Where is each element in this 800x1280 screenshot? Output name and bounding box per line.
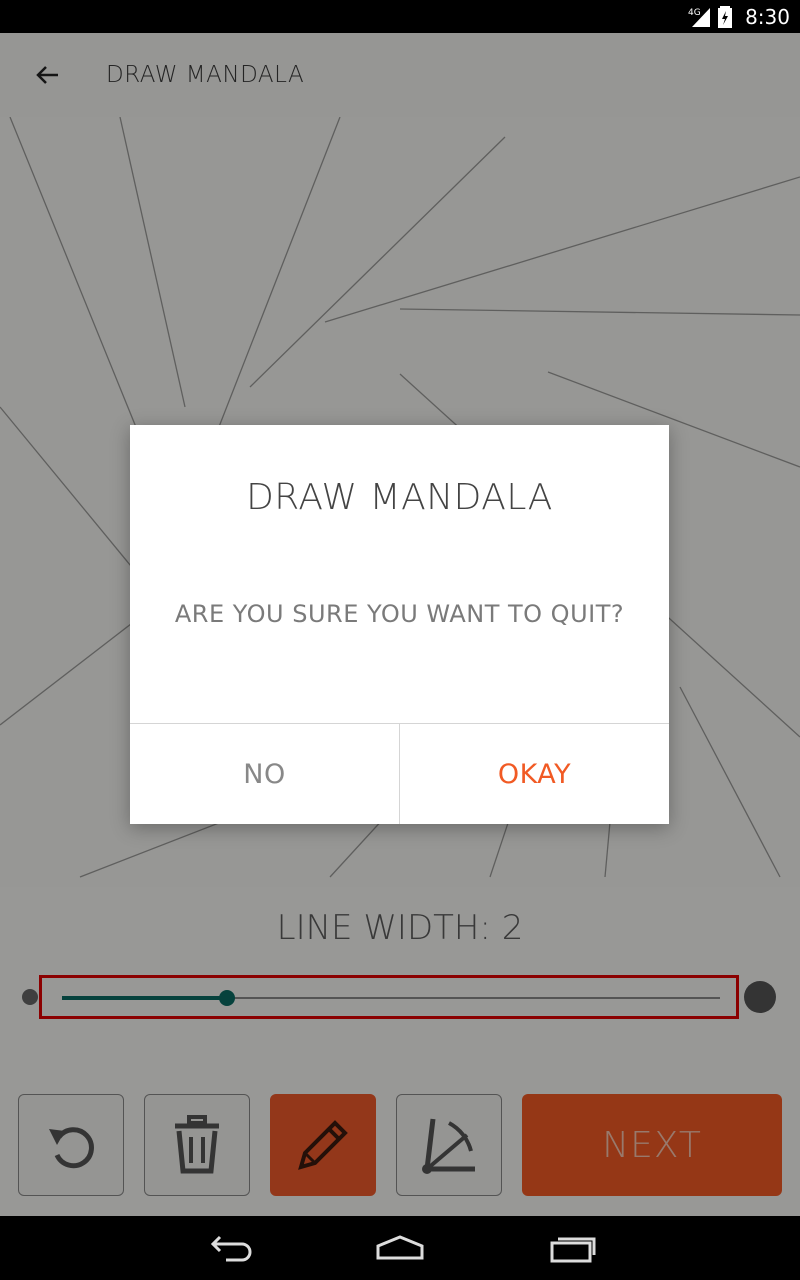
quit-dialog: DRAW MANDALA ARE YOU SURE YOU WANT TO QU… (130, 425, 669, 824)
back-nav-icon (210, 1235, 252, 1262)
no-button[interactable]: NO (130, 724, 399, 824)
dialog-message: ARE YOU SURE YOU WANT TO QUIT? (174, 600, 625, 628)
system-nav-bar (0, 1216, 800, 1280)
recents-nav-icon (550, 1237, 596, 1263)
home-nav-icon (376, 1235, 424, 1260)
okay-button[interactable]: OKAY (400, 724, 669, 824)
network-type: 4G (688, 8, 701, 18)
status-bar: 4G 8:30 (0, 0, 800, 33)
status-icons: 4G (688, 6, 732, 28)
recents-nav-button[interactable] (542, 1228, 602, 1268)
dialog-title: DRAW MANDALA (246, 477, 553, 518)
home-nav-button[interactable] (370, 1228, 430, 1268)
status-time: 8:30 (745, 5, 790, 29)
battery-icon (718, 6, 732, 28)
signal-icon: 4G (688, 8, 710, 27)
back-nav-button[interactable] (200, 1228, 260, 1268)
